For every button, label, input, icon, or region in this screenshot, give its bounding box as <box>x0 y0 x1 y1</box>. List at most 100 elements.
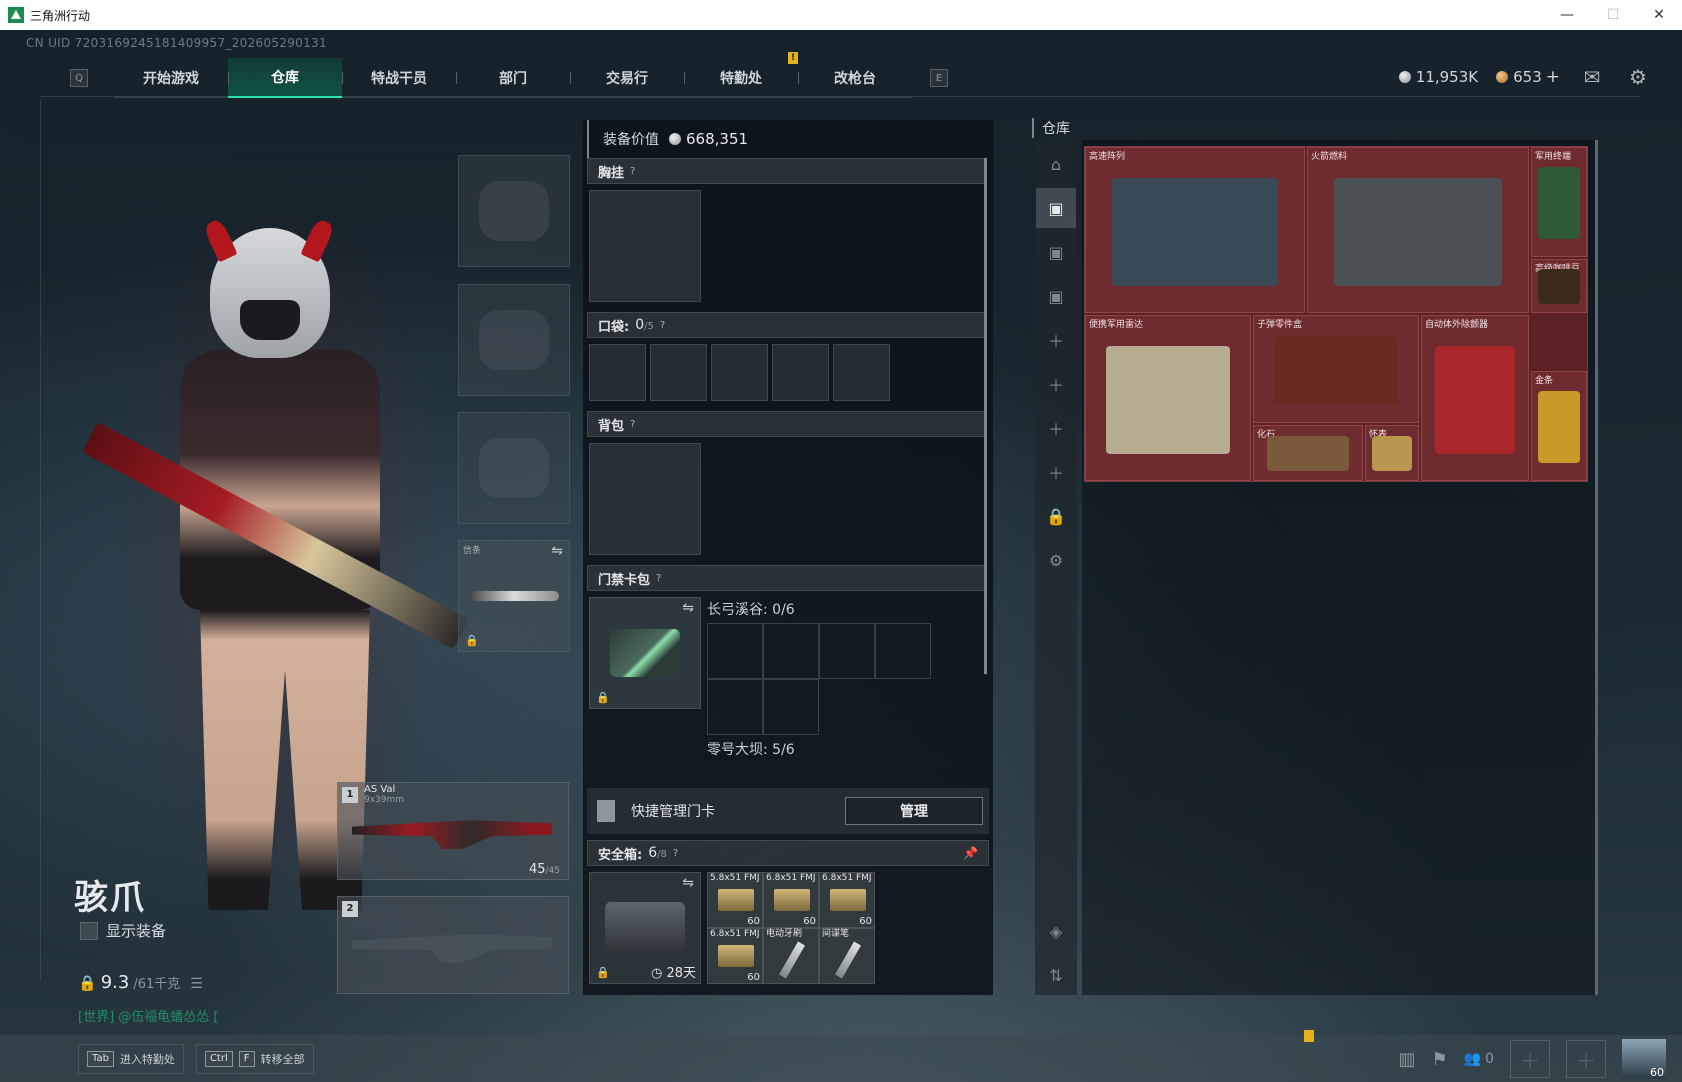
add-teammate-button[interactable]: ＋ <box>1510 1040 1550 1078</box>
chat-message[interactable]: [世界] @伍福龟蟠怂怂 [ <box>78 1006 218 1025</box>
warehouse-item[interactable]: 军用终端 <box>1531 147 1587 257</box>
swap-icon[interactable]: ⇋ <box>551 543 563 559</box>
chest-rig-slot[interactable] <box>589 190 701 302</box>
tab-market[interactable]: 交易行 <box>570 58 684 98</box>
pin-icon[interactable]: 📌 <box>963 846 978 860</box>
pocket-slot[interactable] <box>833 344 890 401</box>
armor-slot[interactable] <box>458 284 570 396</box>
item-qty: 60 <box>747 916 760 927</box>
keycard-cell[interactable] <box>875 623 931 679</box>
swap-icon[interactable]: ⇋ <box>682 600 694 616</box>
special-ops-hint[interactable]: Tab 进入特勤处 <box>78 1043 184 1074</box>
keycard-cell[interactable] <box>763 679 819 735</box>
keycard-cell[interactable] <box>763 623 819 679</box>
safe-item[interactable]: 6.8x51 FMJ 60 <box>819 872 875 928</box>
list-icon[interactable]: ☰ <box>190 976 203 992</box>
safe-item[interactable]: 电动牙刷 <box>763 928 819 984</box>
keycard-pack-slot[interactable]: ⇋ 🔒 <box>589 597 701 709</box>
safe-item[interactable]: 5.8x51 FMJ 60 <box>707 872 763 928</box>
warehouse-item[interactable]: 怀表 <box>1365 425 1419 481</box>
warehouse-tab-2-icon[interactable]: ▣ <box>1036 232 1076 272</box>
keycard-cell[interactable] <box>707 623 763 679</box>
equipment-scrollbar[interactable] <box>984 158 987 674</box>
settings-gear-icon[interactable]: ⚙ <box>1624 65 1652 89</box>
primary-weapon-slot[interactable]: 1 AS Val 9x39mm 45/45 <box>337 782 569 880</box>
warehouse-item[interactable]: 金条 <box>1531 371 1587 481</box>
safe-item[interactable]: 间谍笔 <box>819 928 875 984</box>
warehouse-tab-1-icon[interactable]: ▣ <box>1036 188 1076 228</box>
stats-icon[interactable]: ▥ <box>1398 1049 1415 1070</box>
warehouse-item[interactable]: 子弹零件盒 <box>1253 315 1419 423</box>
warehouse-item[interactable]: 高级咖啡豆 <box>1531 259 1587 313</box>
ammo-box-icon <box>830 889 866 911</box>
lock-icon: 🔒 <box>596 691 610 704</box>
swap-icon[interactable]: ⇋ <box>682 875 694 891</box>
add-currency-button[interactable]: + <box>1546 67 1560 87</box>
pistol-slot[interactable] <box>458 412 570 524</box>
team-count[interactable]: 👥 0 <box>1464 1051 1494 1067</box>
transfer-all-hint[interactable]: Ctrl F 转移全部 <box>195 1043 314 1074</box>
safe-box-slot[interactable]: ⇋ 🔒 ◷ 28天 <box>589 872 701 984</box>
tab-start-game[interactable]: 开始游戏 <box>114 58 228 98</box>
help-icon[interactable]: ? <box>630 166 635 177</box>
minimize-button[interactable]: — <box>1544 0 1590 30</box>
pocket-slot[interactable] <box>772 344 829 401</box>
show-gear-checkbox[interactable] <box>80 921 98 940</box>
warehouse-item[interactable]: 便携军用雷达 <box>1085 315 1251 481</box>
pocket-slot[interactable] <box>711 344 768 401</box>
tab-department[interactable]: 部门 <box>456 58 570 98</box>
warehouse-item[interactable]: 自动体外除颤器 <box>1421 315 1529 481</box>
help-icon[interactable]: ? <box>656 573 661 584</box>
warehouse-home-icon[interactable]: ⌂ <box>1036 144 1076 184</box>
gear-icon[interactable]: ⚙ <box>1036 540 1076 580</box>
helmet-slot[interactable] <box>458 155 570 267</box>
toothbrush-icon <box>779 941 805 979</box>
equipment-value-label: 装备价值 <box>603 132 659 148</box>
layers-icon[interactable]: ◈ <box>1036 911 1076 951</box>
add-tab-icon[interactable]: ＋ <box>1036 452 1076 492</box>
safe-max: /8 <box>657 849 667 860</box>
backpack-slot[interactable] <box>589 443 701 555</box>
help-icon[interactable]: ? <box>630 419 635 430</box>
safe-item[interactable]: 6.8x51 FMJ 60 <box>763 872 819 928</box>
pocket-slot[interactable] <box>650 344 707 401</box>
mail-icon[interactable]: ✉ <box>1578 65 1606 89</box>
silver-currency: 11,953K <box>1398 68 1478 86</box>
keycard-cell[interactable] <box>819 623 875 679</box>
maximize-button[interactable]: ☐ <box>1590 0 1636 30</box>
safe-item[interactable]: 6.8x51 FMJ 60 <box>707 928 763 984</box>
item-name: 金条 <box>1535 376 1554 386</box>
backpack-header: 背包 ? <box>587 411 987 437</box>
helmet-placeholder-icon <box>479 181 549 241</box>
lock-icon[interactable]: 🔒 <box>1036 496 1076 536</box>
keycard-cell[interactable] <box>707 679 763 735</box>
item-name: 自动体外除颤器 <box>1425 320 1489 330</box>
close-button[interactable]: ✕ <box>1636 0 1682 30</box>
warehouse-tab-3-icon[interactable]: ▣ <box>1036 276 1076 316</box>
help-icon[interactable]: ? <box>673 848 678 859</box>
key-hint-e[interactable]: E <box>930 69 948 87</box>
tab-operators[interactable]: 特战干员 <box>342 58 456 98</box>
tab-special-ops[interactable]: 特勤处 ! <box>684 52 798 98</box>
sort-icon[interactable]: ⇅ <box>1036 955 1076 995</box>
warehouse-item[interactable]: 化石 <box>1253 425 1363 481</box>
add-tab-icon[interactable]: ＋ <box>1036 320 1076 360</box>
melee-slot[interactable]: 信条 ⇋ 🔒 <box>458 540 570 652</box>
flag-icon[interactable]: ⚑ <box>1432 1049 1448 1070</box>
help-icon[interactable]: ? <box>660 320 665 331</box>
safe-box-grid: 5.8x51 FMJ 60 6.8x51 FMJ 60 6.8x51 FMJ 60 6… <box>707 872 875 984</box>
warehouse-item[interactable]: 火箭燃料 <box>1307 147 1529 313</box>
add-teammate-button[interactable]: ＋ <box>1566 1040 1606 1078</box>
tab-gunsmith[interactable]: 改枪台 <box>798 58 912 98</box>
manage-button[interactable]: 管理 <box>845 797 983 825</box>
add-tab-icon[interactable]: ＋ <box>1036 364 1076 404</box>
tab-warehouse[interactable]: 仓库 <box>228 58 342 98</box>
secondary-weapon-slot[interactable]: 2 <box>337 896 569 994</box>
key-hint-q[interactable]: Q <box>70 69 88 87</box>
player-avatar[interactable]: 60 <box>1622 1039 1666 1079</box>
bronze-coin-icon <box>1496 71 1509 83</box>
pocket-slot[interactable] <box>589 344 646 401</box>
show-gear-toggle[interactable]: 显示装备 <box>80 920 166 941</box>
warehouse-item[interactable]: 高速阵列 <box>1085 147 1305 313</box>
add-tab-icon[interactable]: ＋ <box>1036 408 1076 448</box>
